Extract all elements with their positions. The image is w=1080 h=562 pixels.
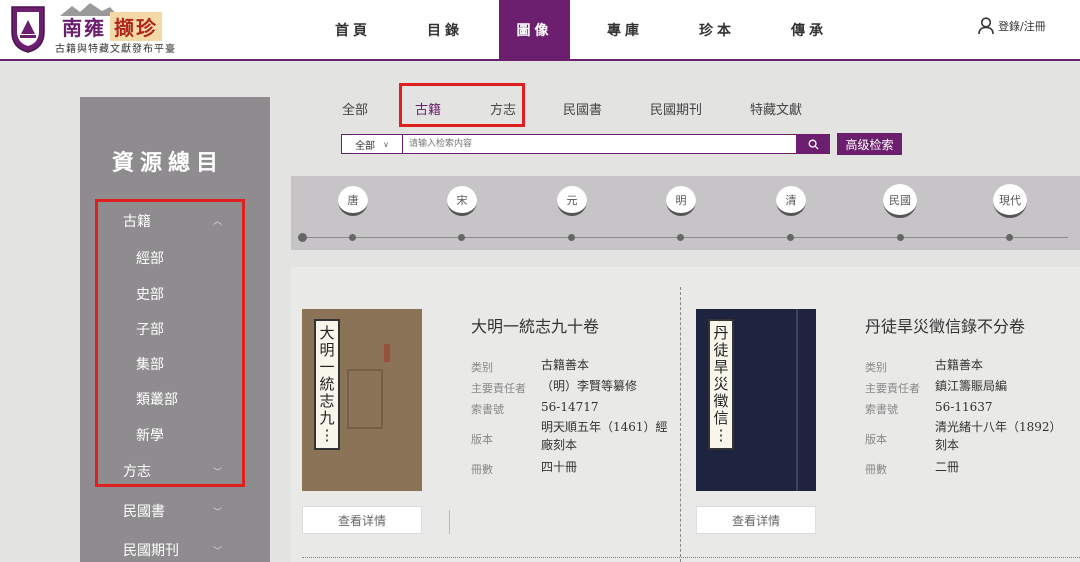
field-key: 冊數 (865, 463, 887, 476)
cover-title-label: 大 明 一 統 志 九 ⋮ (314, 319, 340, 450)
book-title[interactable]: 丹徒旱災徵信錄不分卷 (865, 313, 1025, 337)
field-value: 鎮江籌賑局編 (935, 379, 1008, 393)
field-key: 类别 (471, 361, 493, 374)
field-value: 古籍善本 (935, 358, 984, 372)
advanced-search-button[interactable]: 高级检索 (837, 133, 902, 155)
chevron-down-icon: ∨ (383, 139, 389, 149)
tab-minguoqikan[interactable]: 民國期刊 (650, 99, 702, 118)
timeline-dot (1006, 234, 1013, 241)
nav-catalog[interactable]: 目錄 (410, 0, 480, 60)
field-key: 主要責任者 (865, 382, 920, 395)
red-seal-mark (384, 344, 390, 362)
timeline-start-dot (298, 233, 307, 242)
field-key: 索書號 (471, 403, 504, 416)
card-divider (680, 287, 681, 562)
timeline-dot (787, 234, 794, 241)
nav-heritage[interactable]: 傳承 (774, 0, 844, 60)
search-icon (808, 139, 819, 149)
nav-databases[interactable]: 專庫 (590, 0, 660, 60)
seal-stamp (347, 369, 383, 429)
highlight-annotation-box (95, 199, 245, 487)
era-ming[interactable]: 明 (666, 186, 696, 216)
timeline-dot (458, 234, 465, 241)
era-minguo[interactable]: 民國 (883, 184, 917, 218)
logo-seal: 撷珍 (110, 12, 162, 41)
view-details-button[interactable]: 查看详情 (302, 506, 422, 534)
logo-name: 南雍 (62, 16, 106, 40)
field-value: 四十冊 (541, 460, 578, 474)
login-label: 登錄/注冊 (998, 20, 1046, 33)
era-modern[interactable]: 現代 (993, 184, 1027, 218)
field-value: 古籍善本 (541, 358, 590, 372)
field-value: 56-14717 (541, 400, 599, 414)
row-divider (302, 557, 1080, 558)
field-value: （明）李賢等纂修 (541, 379, 638, 393)
field-value: 明天順五年（1461）經廠刻本 (541, 420, 668, 452)
field-value: 清光緒十八年（1892）刻本 (935, 420, 1062, 452)
timeline-dot (897, 234, 904, 241)
nav-images[interactable]: 圖像 (499, 0, 570, 60)
login-register-link[interactable]: 登錄/注冊 (978, 17, 1046, 35)
field-value: 二冊 (935, 460, 960, 474)
card-separator (449, 510, 450, 534)
search-input[interactable] (403, 134, 797, 154)
cover-title-label: 丹 徒 旱 災 徵 信 ⋮ (708, 319, 734, 450)
chevron-down-icon[interactable]: ﹀ (213, 544, 222, 557)
tab-minguoshu[interactable]: 民國書 (563, 99, 602, 118)
search-button[interactable] (797, 134, 830, 154)
sidebar-item-minguoshu[interactable]: 民國書 (123, 501, 165, 521)
university-emblem-icon[interactable] (8, 4, 48, 54)
site-logo-title[interactable]: 南雍 撷珍 (62, 12, 162, 41)
field-key: 主要責任者 (471, 382, 526, 395)
era-song[interactable]: 宋 (447, 186, 477, 216)
field-key: 版本 (865, 433, 887, 446)
chevron-down-icon[interactable]: ﹀ (213, 505, 222, 518)
timeline-line (303, 237, 1068, 238)
site-header: 南雍 撷珍 古籍與特藏文獻發布平臺 首頁 目錄 圖像 專庫 珍本 傳承 登錄/注冊 (0, 0, 1080, 61)
field-key: 索書號 (865, 403, 898, 416)
tab-special-collections[interactable]: 特藏文獻 (750, 99, 802, 118)
search-scope-value: 全部 (355, 140, 376, 152)
logo-subtitle: 古籍與特藏文獻發布平臺 (55, 44, 176, 55)
field-value: 56-11637 (935, 400, 993, 414)
highlight-annotation-box (399, 83, 525, 127)
dynasty-timeline: 唐 宋 元 明 清 民國 現代 (291, 176, 1080, 250)
cover-binding-line (796, 309, 798, 491)
era-tang[interactable]: 唐 (338, 186, 368, 216)
field-key: 冊數 (471, 463, 493, 476)
nav-rare-books[interactable]: 珍本 (682, 0, 752, 60)
timeline-dot (349, 234, 356, 241)
view-details-button[interactable]: 查看详情 (696, 506, 816, 534)
era-qing[interactable]: 清 (776, 186, 806, 216)
field-key: 类别 (865, 361, 887, 374)
book-cover-image[interactable]: 大 明 一 統 志 九 ⋮ (302, 309, 422, 491)
tab-all[interactable]: 全部 (342, 99, 368, 118)
nav-home[interactable]: 首頁 (318, 0, 388, 60)
search-scope-select[interactable]: 全部 ∨ (341, 134, 403, 154)
sidebar-item-minguoqikan[interactable]: 民國期刊 (123, 540, 179, 560)
user-icon (978, 17, 994, 35)
timeline-dot (677, 234, 684, 241)
book-title[interactable]: 大明一統志九十卷 (471, 313, 599, 337)
field-key: 版本 (471, 433, 493, 446)
sidebar-title: 資源總目 (112, 150, 225, 176)
era-yuan[interactable]: 元 (557, 186, 587, 216)
book-cover-image[interactable]: 丹 徒 旱 災 徵 信 ⋮ (696, 309, 816, 491)
timeline-dot (568, 234, 575, 241)
